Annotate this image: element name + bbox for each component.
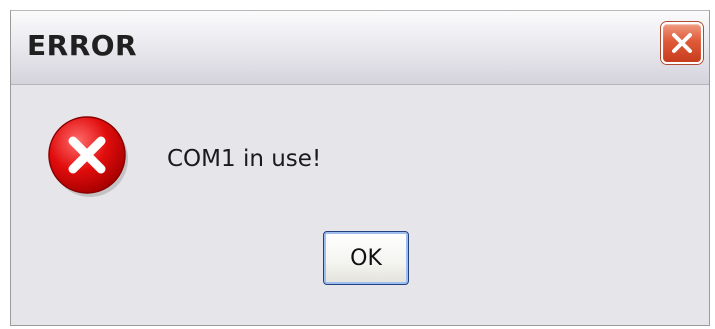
- dialog-title: ERROR: [27, 29, 138, 62]
- close-button[interactable]: [661, 22, 703, 64]
- error-icon: [48, 116, 128, 197]
- error-dialog: ERROR COM1 in use! OK: [10, 10, 710, 326]
- title-bar[interactable]: ERROR: [11, 11, 709, 85]
- close-icon: [672, 33, 692, 53]
- ok-button[interactable]: OK: [323, 231, 409, 285]
- error-message: COM1 in use!: [167, 146, 322, 172]
